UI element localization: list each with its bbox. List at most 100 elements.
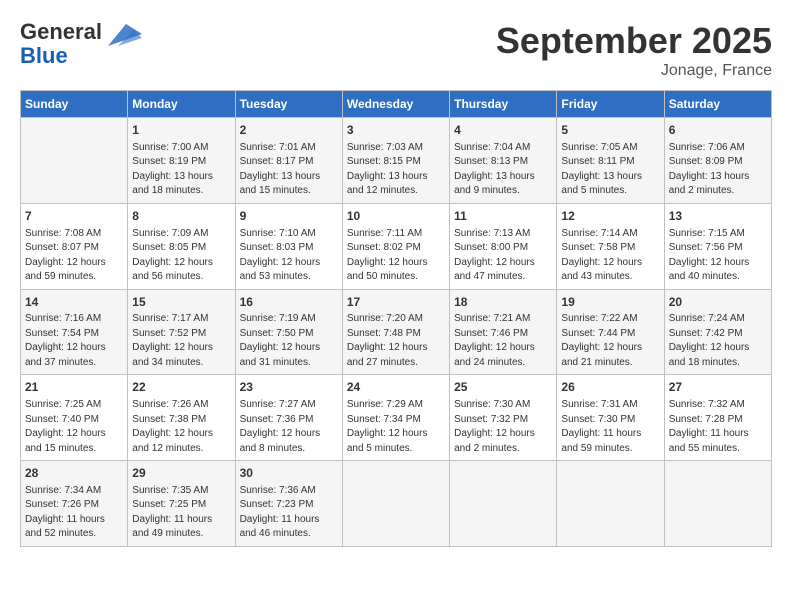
logo-general: General <box>20 19 102 44</box>
day-info: Sunrise: 7:30 AM Sunset: 7:32 PM Dayligh… <box>454 398 552 456</box>
weekday-header: Tuesday <box>235 91 342 118</box>
calendar-cell: 30 Sunrise: 7:36 AM Sunset: 7:23 PM Dayli… <box>235 461 342 547</box>
weekday-header: Saturday <box>664 91 771 118</box>
day-number: 12 <box>561 208 659 225</box>
day-info: Sunrise: 7:32 AM Sunset: 7:28 PM Dayligh… <box>669 398 767 456</box>
calendar-cell <box>450 461 557 547</box>
logo-icon <box>106 20 144 48</box>
day-number: 13 <box>669 208 767 225</box>
day-number: 26 <box>561 379 659 396</box>
calendar-cell: 2 Sunrise: 7:01 AM Sunset: 8:17 PM Daylig… <box>235 118 342 204</box>
day-info: Sunrise: 7:35 AM Sunset: 7:25 PM Dayligh… <box>132 484 230 542</box>
weekday-header: Wednesday <box>342 91 449 118</box>
day-number: 25 <box>454 379 552 396</box>
day-info: Sunrise: 7:14 AM Sunset: 7:58 PM Dayligh… <box>561 227 659 285</box>
logo: General Blue <box>20 20 144 68</box>
day-number: 8 <box>132 208 230 225</box>
day-number: 24 <box>347 379 445 396</box>
day-info: Sunrise: 7:00 AM Sunset: 8:19 PM Dayligh… <box>132 141 230 199</box>
calendar-table: SundayMondayTuesdayWednesdayThursdayFrid… <box>20 90 772 547</box>
day-info: Sunrise: 7:34 AM Sunset: 7:26 PM Dayligh… <box>25 484 123 542</box>
calendar-week-row: 1 Sunrise: 7:00 AM Sunset: 8:19 PM Daylig… <box>21 118 772 204</box>
calendar-week-row: 28 Sunrise: 7:34 AM Sunset: 7:26 PM Dayli… <box>21 461 772 547</box>
page-header: General Blue September 2025 Jonage, Fran… <box>20 20 772 80</box>
day-number: 28 <box>25 465 123 482</box>
day-number: 16 <box>240 294 338 311</box>
day-info: Sunrise: 7:27 AM Sunset: 7:36 PM Dayligh… <box>240 398 338 456</box>
calendar-week-row: 7 Sunrise: 7:08 AM Sunset: 8:07 PM Daylig… <box>21 203 772 289</box>
calendar-cell <box>21 118 128 204</box>
day-info: Sunrise: 7:11 AM Sunset: 8:02 PM Dayligh… <box>347 227 445 285</box>
calendar-cell: 22 Sunrise: 7:26 AM Sunset: 7:38 PM Dayli… <box>128 375 235 461</box>
day-info: Sunrise: 7:01 AM Sunset: 8:17 PM Dayligh… <box>240 141 338 199</box>
weekday-header: Monday <box>128 91 235 118</box>
calendar-cell: 28 Sunrise: 7:34 AM Sunset: 7:26 PM Dayli… <box>21 461 128 547</box>
day-number: 23 <box>240 379 338 396</box>
day-info: Sunrise: 7:09 AM Sunset: 8:05 PM Dayligh… <box>132 227 230 285</box>
day-number: 22 <box>132 379 230 396</box>
day-info: Sunrise: 7:04 AM Sunset: 8:13 PM Dayligh… <box>454 141 552 199</box>
day-number: 27 <box>669 379 767 396</box>
calendar-cell: 15Sunrise: 7:17 AM Sunset: 7:52 PM Dayli… <box>128 289 235 375</box>
day-number: 21 <box>25 379 123 396</box>
calendar-cell: 24Sunrise: 7:29 AM Sunset: 7:34 PM Dayli… <box>342 375 449 461</box>
calendar-cell: 27 Sunrise: 7:32 AM Sunset: 7:28 PM Dayli… <box>664 375 771 461</box>
calendar-cell: 21 Sunrise: 7:25 AM Sunset: 7:40 PM Dayli… <box>21 375 128 461</box>
day-number: 3 <box>347 122 445 139</box>
day-info: Sunrise: 7:16 AM Sunset: 7:54 PM Dayligh… <box>25 312 123 370</box>
day-number: 5 <box>561 122 659 139</box>
calendar-cell: 5Sunrise: 7:05 AM Sunset: 8:11 PM Daylig… <box>557 118 664 204</box>
day-info: Sunrise: 7:08 AM Sunset: 8:07 PM Dayligh… <box>25 227 123 285</box>
day-number: 30 <box>240 465 338 482</box>
day-info: Sunrise: 7:13 AM Sunset: 8:00 PM Dayligh… <box>454 227 552 285</box>
day-info: Sunrise: 7:17 AM Sunset: 7:52 PM Dayligh… <box>132 312 230 370</box>
calendar-cell: 19Sunrise: 7:22 AM Sunset: 7:44 PM Dayli… <box>557 289 664 375</box>
calendar-cell: 6Sunrise: 7:06 AM Sunset: 8:09 PM Daylig… <box>664 118 771 204</box>
weekday-header: Sunday <box>21 91 128 118</box>
calendar-cell: 29 Sunrise: 7:35 AM Sunset: 7:25 PM Dayli… <box>128 461 235 547</box>
location: Jonage, France <box>496 62 772 80</box>
day-number: 9 <box>240 208 338 225</box>
calendar-cell: 8 Sunrise: 7:09 AM Sunset: 8:05 PM Daylig… <box>128 203 235 289</box>
day-number: 15 <box>132 294 230 311</box>
calendar-cell: 25 Sunrise: 7:30 AM Sunset: 7:32 PM Dayli… <box>450 375 557 461</box>
calendar-week-row: 14Sunrise: 7:16 AM Sunset: 7:54 PM Dayli… <box>21 289 772 375</box>
day-info: Sunrise: 7:15 AM Sunset: 7:56 PM Dayligh… <box>669 227 767 285</box>
calendar-cell: 11Sunrise: 7:13 AM Sunset: 8:00 PM Dayli… <box>450 203 557 289</box>
calendar-week-row: 21 Sunrise: 7:25 AM Sunset: 7:40 PM Dayli… <box>21 375 772 461</box>
day-number: 7 <box>25 208 123 225</box>
calendar-cell: 18Sunrise: 7:21 AM Sunset: 7:46 PM Dayli… <box>450 289 557 375</box>
day-number: 19 <box>561 294 659 311</box>
weekday-header: Friday <box>557 91 664 118</box>
calendar-header: SundayMondayTuesdayWednesdayThursdayFrid… <box>21 91 772 118</box>
day-info: Sunrise: 7:21 AM Sunset: 7:46 PM Dayligh… <box>454 312 552 370</box>
calendar-cell: 16Sunrise: 7:19 AM Sunset: 7:50 PM Dayli… <box>235 289 342 375</box>
calendar-cell <box>664 461 771 547</box>
calendar-cell: 9 Sunrise: 7:10 AM Sunset: 8:03 PM Daylig… <box>235 203 342 289</box>
day-number: 18 <box>454 294 552 311</box>
day-number: 14 <box>25 294 123 311</box>
calendar-cell: 14Sunrise: 7:16 AM Sunset: 7:54 PM Dayli… <box>21 289 128 375</box>
day-number: 2 <box>240 122 338 139</box>
calendar-cell: 23 Sunrise: 7:27 AM Sunset: 7:36 PM Dayli… <box>235 375 342 461</box>
day-number: 10 <box>347 208 445 225</box>
calendar-cell: 26Sunrise: 7:31 AM Sunset: 7:30 PM Dayli… <box>557 375 664 461</box>
title-block: September 2025 Jonage, France <box>496 20 772 80</box>
day-number: 6 <box>669 122 767 139</box>
day-info: Sunrise: 7:25 AM Sunset: 7:40 PM Dayligh… <box>25 398 123 456</box>
day-info: Sunrise: 7:22 AM Sunset: 7:44 PM Dayligh… <box>561 312 659 370</box>
calendar-cell: 4 Sunrise: 7:04 AM Sunset: 8:13 PM Daylig… <box>450 118 557 204</box>
day-number: 29 <box>132 465 230 482</box>
day-number: 4 <box>454 122 552 139</box>
day-info: Sunrise: 7:10 AM Sunset: 8:03 PM Dayligh… <box>240 227 338 285</box>
logo-blue: Blue <box>20 43 68 68</box>
day-info: Sunrise: 7:20 AM Sunset: 7:48 PM Dayligh… <box>347 312 445 370</box>
day-info: Sunrise: 7:36 AM Sunset: 7:23 PM Dayligh… <box>240 484 338 542</box>
day-number: 1 <box>132 122 230 139</box>
logo-text: General Blue <box>20 20 102 68</box>
calendar-cell <box>342 461 449 547</box>
calendar-cell: 7 Sunrise: 7:08 AM Sunset: 8:07 PM Daylig… <box>21 203 128 289</box>
calendar-cell: 3Sunrise: 7:03 AM Sunset: 8:15 PM Daylig… <box>342 118 449 204</box>
day-info: Sunrise: 7:26 AM Sunset: 7:38 PM Dayligh… <box>132 398 230 456</box>
calendar-cell: 10 Sunrise: 7:11 AM Sunset: 8:02 PM Dayli… <box>342 203 449 289</box>
